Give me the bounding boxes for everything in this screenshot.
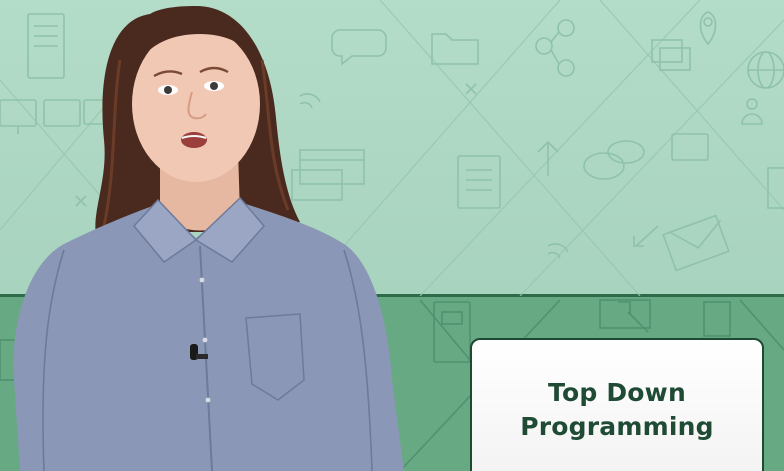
- title-card-line-1: Top Down: [548, 378, 686, 407]
- video-frame: Top Down Programming: [0, 0, 784, 471]
- presenter-mouth: [181, 132, 207, 148]
- title-card: Top Down Programming: [470, 338, 764, 471]
- title-card-line-2: Programming: [520, 412, 714, 441]
- presenter-face: [132, 26, 260, 182]
- title-card-text: Top Down Programming: [472, 376, 762, 444]
